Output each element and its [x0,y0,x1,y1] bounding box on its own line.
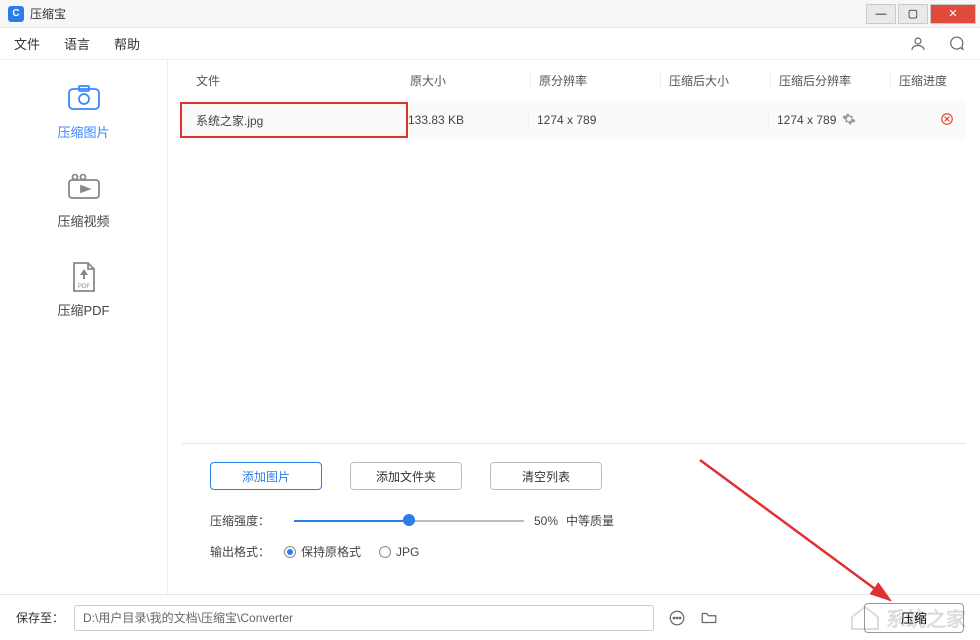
tab-label: 压缩PDF [0,300,167,319]
col-osize-header: 原大小 [410,72,530,89]
pdf-icon: PDF [0,262,167,292]
file-table: 文件 原大小 原分辨率 压缩后大小 压缩后分辨率 压缩进度 系统之家.jpg 1… [182,60,966,444]
col-file-header: 文件 [182,72,410,89]
app-logo-icon: C [8,6,24,22]
clear-list-button[interactable]: 清空列表 [490,462,602,490]
col-prog-header: 压缩进度 [890,72,966,89]
cell-filename: 系统之家.jpg [180,102,408,138]
radio-keep-format-label: 保持原格式 [301,543,361,560]
tab-label: 压缩图片 [0,122,167,141]
path-text: D:\用户目录\我的文档\压缩宝\Converter [83,609,293,626]
slider-thumb-icon[interactable] [403,514,415,526]
menu-language[interactable]: 语言 [64,34,90,53]
main: 压缩图片 压缩视频 PDF 压缩PDF 文件 原大小 原分辨率 压缩后大小 压缩… [0,60,980,594]
titlebar: C 压缩宝 — ▢ ✕ [0,0,980,28]
window-title: 压缩宝 [30,5,864,22]
footer: 保存至： D:\用户目录\我的文档\压缩宝\Converter 压缩 [0,594,980,640]
cres-value: 1274 x 789 [777,113,836,127]
cell-osize: 133.83 KB [408,113,528,127]
maximize-button[interactable]: ▢ [898,4,928,24]
button-row: 添加图片 添加文件夹 清空列表 [210,462,938,490]
strength-value: 50% [534,514,558,528]
image-icon [0,84,167,114]
cell-ores: 1274 x 789 [528,113,658,127]
output-row: 输出格式： 保持原格式 JPG [210,543,938,560]
menu-file[interactable]: 文件 [14,34,40,53]
more-icon[interactable] [668,609,686,627]
cell-cres: 1274 x 789 [768,112,888,129]
gear-icon[interactable] [842,112,856,129]
remove-row-icon[interactable] [940,112,954,129]
radio-keep-format[interactable] [284,546,296,558]
tab-compress-image[interactable]: 压缩图片 [0,70,167,159]
chat-icon[interactable] [946,34,966,54]
controls-panel: 添加图片 添加文件夹 清空列表 压缩强度： 50% 中等质量 输出格式： 保持原… [182,444,966,582]
strength-quality: 中等质量 [566,512,614,529]
compress-button[interactable]: 压缩 [864,603,964,633]
tab-compress-pdf[interactable]: PDF 压缩PDF [0,248,167,337]
menubar: 文件 语言 帮助 [0,28,980,60]
user-icon[interactable] [908,34,928,54]
table-row[interactable]: 系统之家.jpg 133.83 KB 1274 x 789 1274 x 789 [182,100,966,140]
col-csize-header: 压缩后大小 [660,72,770,89]
output-label: 输出格式： [210,543,284,560]
menu-help[interactable]: 帮助 [114,34,140,53]
content-area: 文件 原大小 原分辨率 压缩后大小 压缩后分辨率 压缩进度 系统之家.jpg 1… [168,60,980,594]
video-icon [0,173,167,203]
strength-row: 压缩强度： 50% 中等质量 [210,512,938,529]
add-folder-button[interactable]: 添加文件夹 [350,462,462,490]
save-to-label: 保存至： [16,609,64,626]
radio-jpg[interactable] [379,546,391,558]
folder-icon[interactable] [700,609,718,627]
strength-label: 压缩强度： [210,512,284,529]
window-buttons: — ▢ ✕ [864,4,976,24]
minimize-button[interactable]: — [866,4,896,24]
close-button[interactable]: ✕ [930,4,976,24]
table-header: 文件 原大小 原分辨率 压缩后大小 压缩后分辨率 压缩进度 [182,60,966,100]
sidebar: 压缩图片 压缩视频 PDF 压缩PDF [0,60,168,594]
col-cres-header: 压缩后分辨率 [770,72,890,89]
svg-text:PDF: PDF [78,284,90,290]
strength-slider[interactable] [294,518,524,524]
add-image-button[interactable]: 添加图片 [210,462,322,490]
tab-compress-video[interactable]: 压缩视频 [0,159,167,248]
save-path-input[interactable]: D:\用户目录\我的文档\压缩宝\Converter [74,605,654,631]
radio-jpg-label: JPG [396,545,419,559]
tab-label: 压缩视频 [0,211,167,230]
col-ores-header: 原分辨率 [530,72,660,89]
